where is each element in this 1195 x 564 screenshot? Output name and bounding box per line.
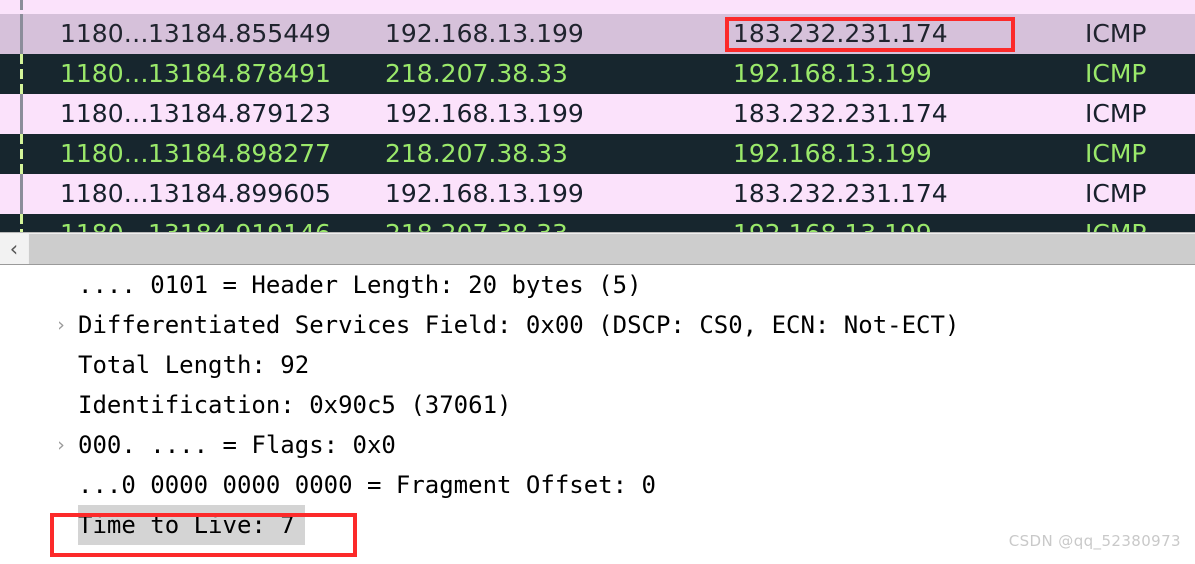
ttl-annotation-box: [50, 513, 357, 557]
detail-tree-item[interactable]: › Differentiated Services Field: 0x00 (D…: [0, 305, 1195, 345]
packet-time-cell: 13180.848421: [148, 0, 368, 10]
detail-item-label: .... 0101 = Header Length: 20 bytes (5): [78, 271, 642, 299]
related-packet-indicator: [20, 214, 23, 232]
packet-destination-cell: 192.168.13.199: [733, 139, 932, 168]
packet-row-gutter: [0, 14, 40, 54]
packet-source-cell: 192.168.13.199: [385, 19, 584, 48]
packet-row-gutter: [0, 0, 40, 10]
packet-row-gutter: [0, 174, 40, 214]
packet-list-row[interactable]: 1179… 13180.848421 192.168.13.199 183.23…: [0, 0, 1195, 10]
packet-source-cell: 192.168.13.199: [385, 179, 584, 208]
packet-protocol-cell: ICMP: [1085, 19, 1147, 48]
packet-destination-cell: 192.168.13.199: [733, 59, 932, 88]
packet-list-row-selected[interactable]: 1180… 13184.855449 192.168.13.199 183.23…: [0, 14, 1195, 54]
packet-destination-cell: 183.232.231.174: [733, 179, 948, 208]
packet-destination-cell: 183.232.231.174: [733, 0, 1053, 10]
related-packet-indicator: [20, 0, 23, 10]
detail-tree-item[interactable]: Identification: 0x90c5 (37061): [0, 385, 1195, 425]
packet-protocol-cell: ICMP: [1085, 99, 1147, 128]
related-packet-indicator: [20, 94, 23, 134]
packet-source-cell: 218.207.38.33: [385, 139, 568, 168]
related-packet-indicator: [20, 54, 23, 94]
packet-source-cell: 218.207.38.33: [385, 59, 568, 88]
packet-list-row[interactable]: 1180… 13184.898277 218.207.38.33 192.168…: [0, 134, 1195, 174]
packet-time-cell: 13184.898277: [148, 139, 331, 168]
packet-source-cell: 192.168.13.199: [385, 99, 584, 128]
detail-tree-item[interactable]: Total Length: 92: [0, 345, 1195, 385]
packet-destination-cell: 183.232.231.174: [733, 99, 948, 128]
packet-protocol-cell: ICMP: [1085, 0, 1195, 10]
detail-item-label: ...0 0000 0000 0000 = Fragment Offset: 0: [78, 471, 656, 499]
detail-tree-item[interactable]: › 000. .... = Flags: 0x0: [0, 425, 1195, 465]
scrollbar-thumb[interactable]: [29, 234, 1195, 264]
expand-arrow-icon[interactable]: [52, 345, 70, 385]
packet-time-cell: 13184.878491: [148, 59, 331, 88]
packet-row-gutter: [0, 94, 40, 134]
packet-protocol-cell: ICMP: [1085, 214, 1195, 232]
expand-arrow-icon[interactable]: [52, 385, 70, 425]
detail-item-label: Differentiated Services Field: 0x00 (DSC…: [78, 311, 960, 339]
packet-row-gutter: [0, 54, 40, 94]
packet-list-row[interactable]: 1180… 13184.919146 218.207.38.33 192.168…: [0, 214, 1195, 232]
packet-list-horizontal-scrollbar[interactable]: ‹: [0, 232, 1195, 265]
expand-arrow-icon[interactable]: ›: [52, 305, 70, 345]
expand-arrow-icon[interactable]: ›: [52, 425, 70, 465]
packet-protocol-cell: ICMP: [1085, 59, 1147, 88]
packet-list-row[interactable]: 1180… 13184.878491 218.207.38.33 192.168…: [0, 54, 1195, 94]
packet-list-row[interactable]: 1180… 13184.899605 192.168.13.199 183.23…: [0, 174, 1195, 214]
scroll-left-arrow-icon[interactable]: ‹: [0, 233, 28, 264]
detail-item-label: 000. .... = Flags: 0x0: [78, 431, 396, 459]
detail-tree-item[interactable]: .... 0101 = Header Length: 20 bytes (5): [0, 265, 1195, 305]
packet-source-cell: 218.207.38.33: [385, 214, 685, 232]
packet-row-gutter: [0, 214, 40, 232]
packet-time-cell: 13184.855449: [148, 19, 331, 48]
related-packet-indicator: [20, 174, 23, 214]
packet-destination-cell: 192.168.13.199: [733, 214, 1053, 232]
packet-protocol-cell: ICMP: [1085, 139, 1147, 168]
packet-list-pane[interactable]: 1179… 13180.848421 192.168.13.199 183.23…: [0, 0, 1195, 232]
detail-item-label: Identification: 0x90c5 (37061): [78, 391, 512, 419]
csdn-watermark: CSDN @qq_52380973: [1008, 532, 1181, 550]
related-packet-indicator: [20, 14, 23, 54]
packet-row-gutter: [0, 134, 40, 174]
packet-time-cell: 13184.899605: [148, 179, 331, 208]
expand-arrow-icon[interactable]: [52, 465, 70, 505]
packet-source-cell: 192.168.13.199: [385, 0, 685, 10]
expand-arrow-icon[interactable]: [52, 265, 70, 305]
destination-annotation-box: [725, 17, 1015, 52]
detail-tree-item[interactable]: ...0 0000 0000 0000 = Fragment Offset: 0: [0, 465, 1195, 505]
packet-protocol-cell: ICMP: [1085, 179, 1147, 208]
related-packet-indicator: [20, 134, 23, 174]
packet-time-cell: 13184.919146: [148, 214, 368, 232]
packet-list-row[interactable]: 1180… 13184.879123 192.168.13.199 183.23…: [0, 94, 1195, 134]
detail-item-label: Total Length: 92: [78, 351, 310, 379]
packet-time-cell: 13184.879123: [148, 99, 331, 128]
